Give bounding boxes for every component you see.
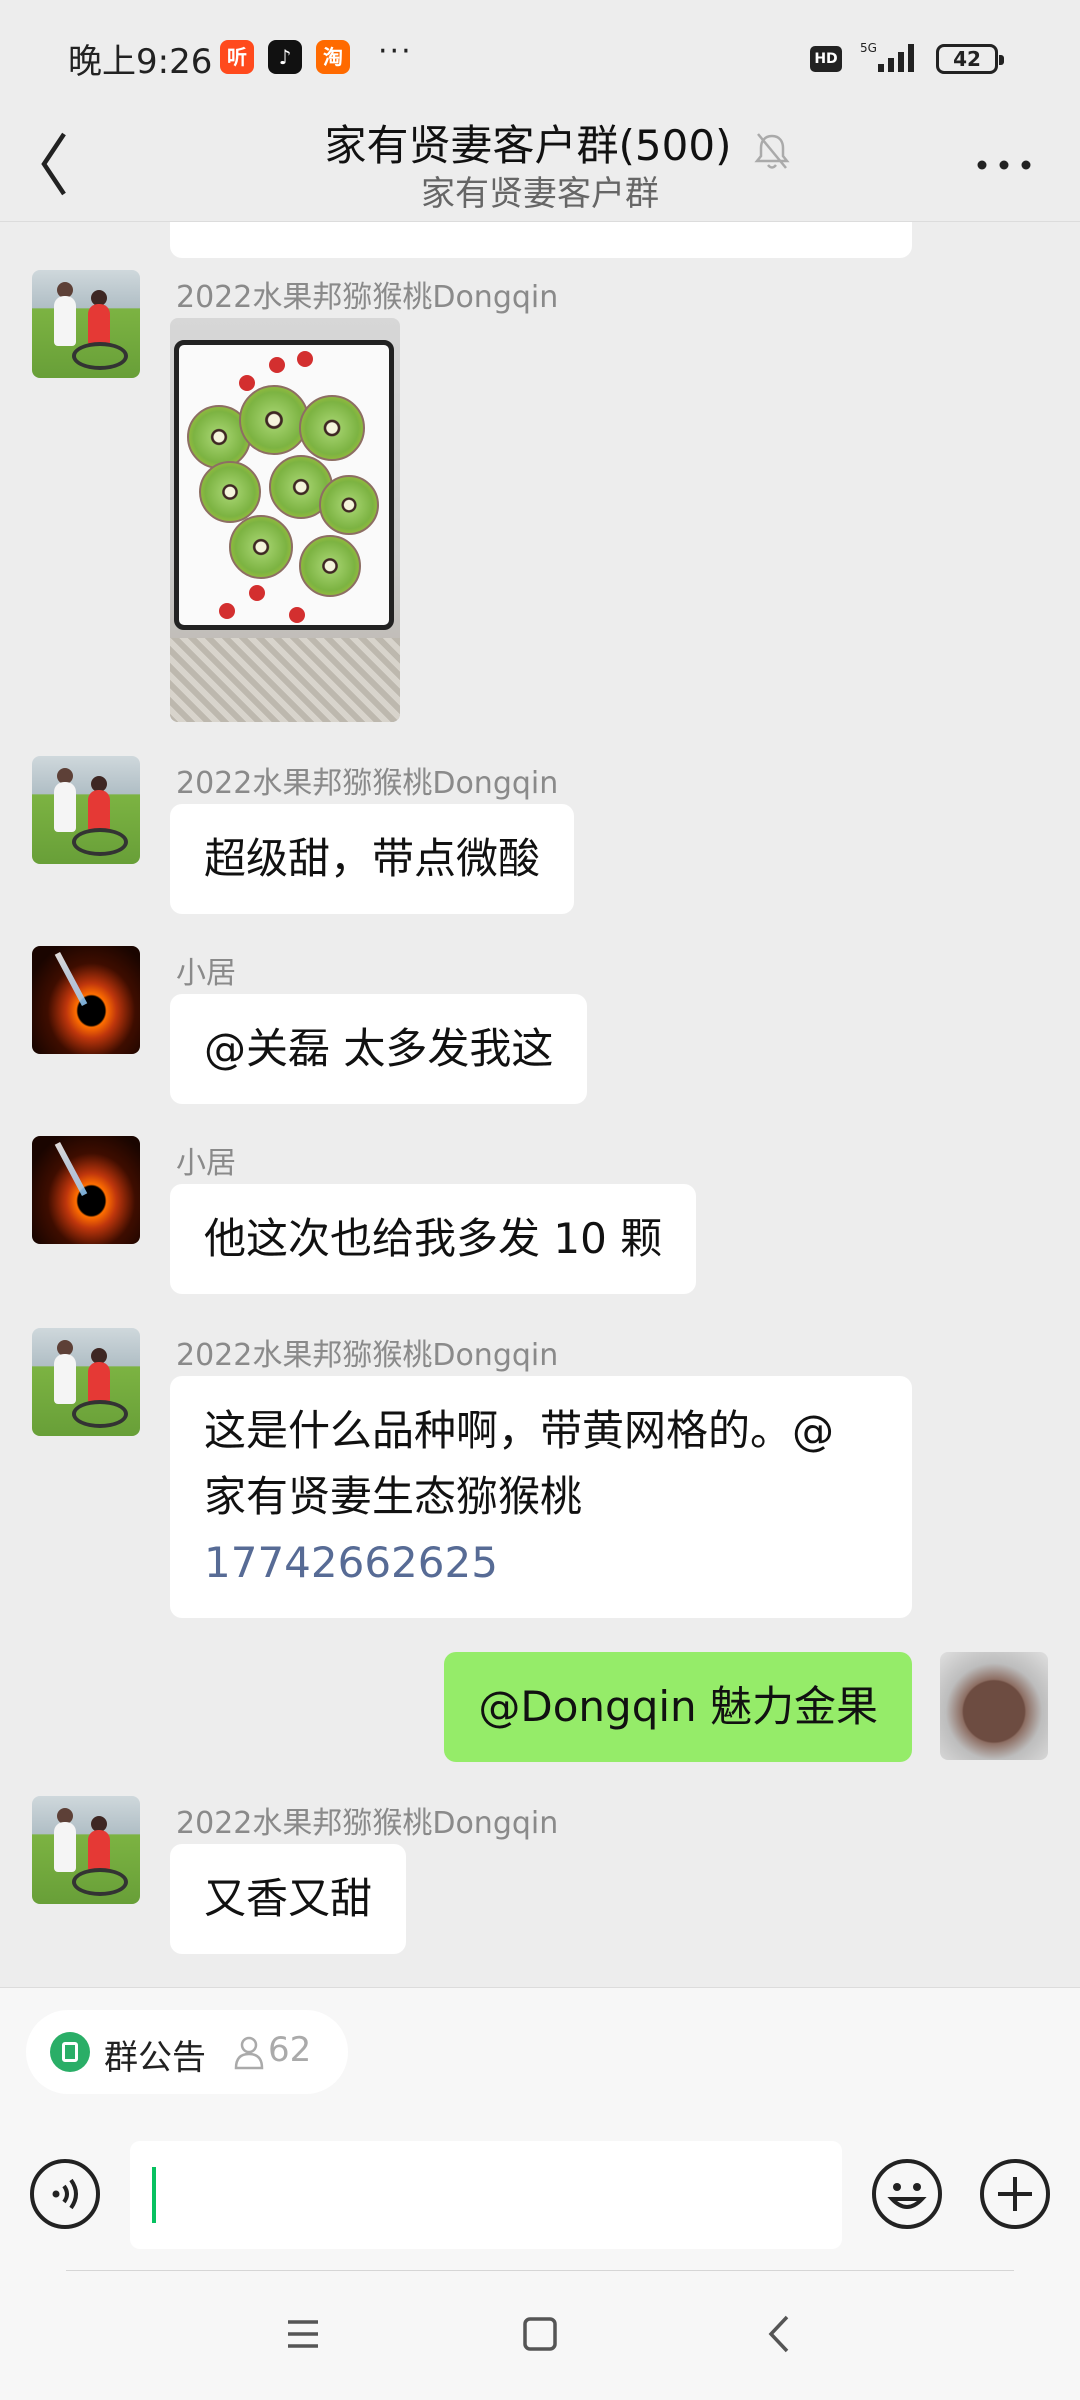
- group-notice-bar: 群公告 62: [0, 1987, 1080, 2101]
- message-bubble[interactable]: 超级甜，带点微酸: [170, 804, 575, 914]
- signal-icon: 5G: [860, 41, 914, 72]
- avatar[interactable]: [32, 1796, 140, 1904]
- emoji-icon[interactable]: [870, 2157, 944, 2231]
- menu-icon[interactable]: [278, 2309, 328, 2359]
- network-label: 5G: [860, 41, 877, 55]
- message-bubble[interactable]: @关磊 太多发我这: [170, 994, 588, 1104]
- group-subtitle: 家有贤妻客户群: [421, 174, 659, 214]
- member-icon: [234, 2036, 264, 2070]
- status-time: 晚上9:26: [68, 42, 213, 82]
- group-title: 家有贤妻客户群(500): [0, 112, 1080, 173]
- status-more-icon: ···: [378, 34, 413, 69]
- member-count: 62: [268, 2030, 312, 2070]
- previous-message-bubble[interactable]: [170, 222, 912, 258]
- sender-name: 2022水果邦猕猴桃Dongqin: [176, 766, 559, 801]
- sender-name: 2022水果邦猕猴桃Dongqin: [176, 280, 559, 315]
- input-bar: [0, 2101, 1080, 2271]
- message-bubble[interactable]: 他这次也给我多发 10 颗: [170, 1184, 697, 1294]
- tiktok-icon: ♪: [268, 40, 302, 74]
- voice-input-icon[interactable]: [28, 2157, 102, 2231]
- avatar[interactable]: [32, 756, 140, 864]
- plate-graphic: [174, 340, 394, 630]
- ting-app-icon: 听: [220, 40, 254, 74]
- chat-header: 家有贤妻客户群(500) 家有贤妻客户群: [0, 112, 1080, 222]
- avatar[interactable]: [32, 1136, 140, 1244]
- group-title-text: 家有贤妻客户群(500): [324, 121, 732, 170]
- sender-name: 2022水果邦猕猴桃Dongqin: [176, 1338, 559, 1373]
- message-list[interactable]: 2022水果邦猕猴桃Dongqin 2022水果邦猕猴桃Dongqin 超级甜，…: [0, 222, 1080, 1987]
- avatar[interactable]: [32, 946, 140, 1054]
- my-avatar[interactable]: [940, 1652, 1048, 1760]
- hd-badge: HD: [810, 46, 842, 72]
- home-icon[interactable]: [515, 2309, 565, 2359]
- avatar[interactable]: [32, 270, 140, 378]
- status-bar: 晚上9:26 听 ♪ 淘 ··· HD 5G 42: [0, 0, 1080, 112]
- my-message-bubble[interactable]: @Dongqin 魅力金果: [444, 1652, 912, 1762]
- message-text-line: 这是什么品种啊，带黄网格的。@: [204, 1406, 835, 1455]
- text-cursor: [152, 2167, 156, 2223]
- group-notice-button[interactable]: 群公告 62: [26, 2010, 348, 2094]
- plus-icon[interactable]: [978, 2157, 1052, 2231]
- message-input[interactable]: [130, 2141, 842, 2249]
- battery-indicator: 42: [936, 44, 1004, 74]
- more-options-icon[interactable]: [974, 150, 1034, 180]
- tablecloth-graphic: [170, 638, 400, 722]
- kiwi-photo-image[interactable]: [170, 318, 400, 722]
- phone-number-link[interactable]: 17742662625: [204, 1530, 878, 1596]
- message-bubble[interactable]: 又香又甜: [170, 1844, 407, 1954]
- message-bubble[interactable]: 这是什么品种啊，带黄网格的。@ 家有贤妻生态猕猴桃 17742662625: [170, 1376, 912, 1618]
- system-nav-bar: [0, 2271, 1080, 2400]
- sender-name: 小居: [176, 1146, 236, 1181]
- notice-icon: [50, 2032, 90, 2072]
- message-text-line: 家有贤妻生态猕猴桃: [204, 1472, 583, 1521]
- notice-label: 群公告: [104, 2038, 206, 2078]
- sender-name: 2022水果邦猕猴桃Dongqin: [176, 1806, 559, 1841]
- avatar[interactable]: [32, 1328, 140, 1436]
- taobao-icon: 淘: [316, 40, 350, 74]
- sender-name: 小居: [176, 956, 236, 991]
- back-icon[interactable]: [755, 2309, 805, 2359]
